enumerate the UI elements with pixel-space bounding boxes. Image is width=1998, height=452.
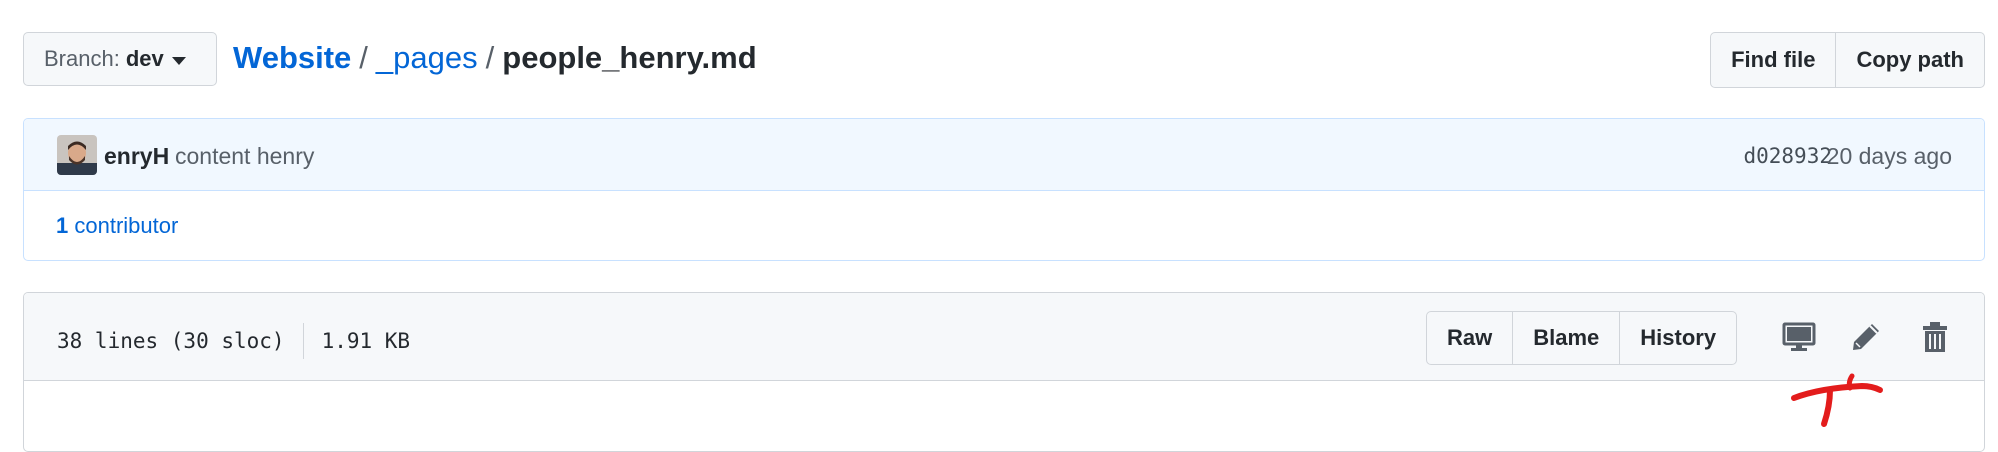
- red-arrow-annotation: [1790, 370, 1900, 445]
- file-info: 38 lines (30 sloc) 1.91 KB: [57, 323, 410, 359]
- avatar[interactable]: [57, 135, 97, 175]
- breadcrumb: Website / _pages / people_henry.md: [233, 38, 757, 78]
- breadcrumb-separator: /: [359, 40, 368, 75]
- branch-label: Branch:: [44, 46, 120, 71]
- commit-author-link[interactable]: enryH: [104, 143, 169, 170]
- pencil-icon[interactable]: [1848, 319, 1884, 355]
- find-file-button[interactable]: Find file: [1710, 32, 1837, 88]
- commit-sha-link[interactable]: d028932: [1743, 144, 1832, 168]
- contributors-label: contributor: [74, 213, 179, 238]
- file-navigation: Branch: dev Website / _pages / people_henry.…: [23, 32, 1985, 88]
- contributors-bar: 1 contributor: [24, 191, 1984, 260]
- chevron-down-icon: [171, 56, 186, 65]
- file-size: 1.91 KB: [321, 329, 411, 353]
- branch-value: dev: [125, 46, 164, 71]
- history-button[interactable]: History: [1619, 311, 1738, 365]
- commit-age: 20 days ago: [1826, 143, 1952, 169]
- file-viewer: 38 lines (30 sloc) 1.91 KB Raw Blame His…: [23, 292, 1985, 452]
- breadcrumb-dir-link[interactable]: _pages: [376, 40, 478, 75]
- file-view-buttons: Raw Blame History: [1426, 311, 1738, 365]
- file-info-divider: [302, 323, 304, 359]
- latest-commit: enryH content henry d028932 20 days ago: [24, 119, 1984, 191]
- breadcrumb-repo-link[interactable]: Website: [233, 40, 351, 75]
- breadcrumb-file-name: people_henry.md: [502, 40, 757, 75]
- file-lines-info: 38 lines (30 sloc): [57, 329, 285, 353]
- branch-selector-button[interactable]: Branch: dev: [23, 32, 217, 86]
- contributors-count: 1: [56, 213, 69, 238]
- desktop-icon[interactable]: [1781, 319, 1817, 355]
- file-actions-group: Find file Copy path: [1710, 32, 1985, 88]
- contributors-link[interactable]: 1 contributor: [56, 213, 178, 239]
- blame-button[interactable]: Blame: [1512, 311, 1621, 365]
- copy-path-button[interactable]: Copy path: [1836, 32, 1985, 88]
- commit-tease: enryH content henry d028932 20 days ago …: [23, 118, 1985, 261]
- file-header: 38 lines (30 sloc) 1.91 KB Raw Blame His…: [24, 293, 1984, 381]
- trash-icon[interactable]: [1917, 319, 1953, 355]
- breadcrumb-separator: /: [485, 40, 495, 75]
- commit-message-link[interactable]: content henry: [175, 143, 314, 170]
- raw-button[interactable]: Raw: [1426, 311, 1514, 365]
